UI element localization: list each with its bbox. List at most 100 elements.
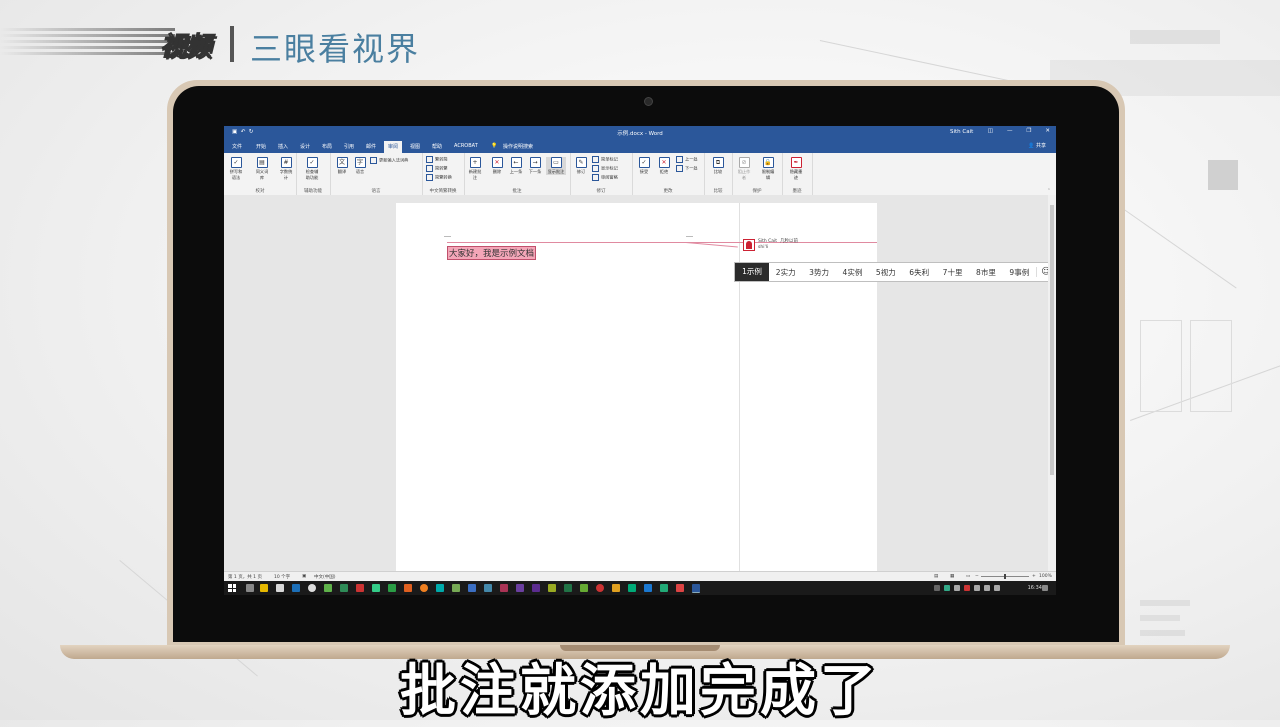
update-ime-dictionary[interactable]: 更新输入法词典 (370, 157, 408, 164)
check-accessibility-button[interactable]: ✓ 检查辅助功能 (304, 157, 320, 181)
next-change-button[interactable]: 下一处 (676, 165, 698, 172)
ime-candidate[interactable]: 4实例 (836, 267, 869, 278)
zoom-slider-knob[interactable] (1004, 574, 1006, 579)
previous-change-button[interactable]: 上一处 (676, 156, 698, 163)
show-markup-button[interactable]: 显示标记 (592, 165, 618, 172)
reject-button[interactable]: ✕ 拒绝 (656, 157, 672, 175)
account-name[interactable]: Sith Cait (950, 129, 973, 135)
zoom-in-icon[interactable]: + (1032, 574, 1036, 579)
tab-layout[interactable]: 布局 (322, 143, 332, 150)
thesaurus-button[interactable]: ▤ 同义词库 (254, 157, 270, 181)
show-comments-button[interactable]: ▭ 显示批注 (546, 157, 566, 175)
app-icon[interactable] (372, 584, 380, 592)
notification-icon[interactable] (1042, 585, 1048, 591)
tab-design[interactable]: 设计 (300, 143, 310, 150)
volume-icon[interactable] (984, 585, 990, 591)
next-comment-button[interactable]: → 下一条 (527, 157, 543, 175)
tab-insert[interactable]: 插入 (278, 143, 288, 150)
wechat-icon[interactable] (340, 584, 348, 592)
chrome-icon[interactable] (420, 584, 428, 592)
restrict-editing-button[interactable]: 🔒 限制编辑 (760, 157, 776, 181)
translate-button[interactable]: 文翻译 (334, 157, 350, 175)
app-icon[interactable] (276, 584, 284, 592)
ime-candidate[interactable]: 7十里 (936, 267, 969, 278)
tab-review[interactable]: 审阅 (384, 141, 403, 153)
app-icon[interactable] (644, 584, 652, 592)
collapse-ribbon-icon[interactable]: ˄ (1048, 188, 1050, 193)
app-icon[interactable] (676, 584, 684, 592)
previous-comment-button[interactable]: ← 上一条 (508, 157, 524, 175)
ribbon-display-icon[interactable]: ◫ (988, 128, 993, 134)
markup-display-select[interactable]: 简单标记 (592, 156, 618, 163)
zoom-level[interactable]: 100% (1039, 574, 1052, 579)
status-page[interactable]: 第 1 页，共 1 页 (228, 574, 262, 580)
tab-mailings[interactable]: 邮件 (366, 143, 376, 150)
commented-text[interactable]: 大家好，我是示例文档 (447, 246, 537, 260)
language-button[interactable]: 字语言 (352, 157, 368, 175)
tray-icon[interactable] (944, 585, 950, 591)
ime-candidate[interactable]: 9事例 (1003, 267, 1036, 278)
network-icon[interactable] (974, 585, 980, 591)
onenote-icon[interactable] (532, 584, 540, 592)
tab-acrobat[interactable]: ACROBAT (454, 143, 478, 149)
steam-icon[interactable] (292, 584, 300, 592)
comment-balloon[interactable]: Sith Cait 几秒以前 shi'li (741, 237, 875, 255)
reviewing-pane-button[interactable]: 审阅窗格 (592, 174, 618, 181)
compare-button[interactable]: ⧉ 比较 (710, 157, 726, 175)
block-authors-button[interactable]: ⊘ 阻止作者 (736, 157, 752, 181)
read-mode-icon[interactable]: ▤ (934, 574, 938, 579)
vertical-scrollbar[interactable] (1048, 195, 1056, 571)
tab-view[interactable]: 视图 (410, 143, 420, 150)
zoom-out-icon[interactable]: − (975, 574, 979, 579)
new-comment-button[interactable]: + 新建批注 (467, 157, 483, 181)
app-icon[interactable] (548, 584, 556, 592)
app-icon[interactable] (388, 584, 396, 592)
accept-button[interactable]: ✓ 接受 (636, 157, 652, 175)
task-view-icon[interactable] (246, 584, 254, 592)
taskbar-clock[interactable]: 16:34 (1028, 585, 1042, 591)
app-icon[interactable] (612, 584, 620, 592)
simplified-to-traditional[interactable]: 简转繁 (426, 165, 448, 172)
word-taskbar-icon[interactable] (692, 584, 700, 593)
windows-start-icon[interactable] (228, 584, 236, 592)
tab-home[interactable]: 开始 (256, 143, 266, 150)
ime-candidate[interactable]: 2实力 (769, 267, 802, 278)
app-icon[interactable] (324, 584, 332, 592)
tray-icon[interactable] (964, 585, 970, 591)
word-count-button[interactable]: # 字数统计 (278, 157, 294, 181)
tab-references[interactable]: 引用 (344, 143, 354, 150)
ime-candidate[interactable]: 1示例 (735, 263, 769, 281)
tab-help[interactable]: 帮助 (432, 143, 442, 150)
app-icon[interactable] (404, 584, 412, 592)
ime-candidate[interactable]: 3势力 (802, 267, 835, 278)
ime-candidate[interactable]: 6失利 (903, 267, 936, 278)
app-icon[interactable] (452, 584, 460, 592)
proofing-status-icon[interactable]: ▣ (302, 574, 306, 579)
comment-text[interactable]: shi'li (758, 245, 768, 250)
traditional-to-simplified[interactable]: 繁转简 (426, 156, 448, 163)
scrollbar-thumb[interactable] (1050, 205, 1054, 475)
ime-candidate[interactable]: 5视力 (869, 267, 902, 278)
share-button[interactable]: 👤 共享 (1028, 142, 1046, 149)
minimize-button[interactable]: — (1007, 128, 1013, 134)
ime-candidate[interactable]: 8市里 (969, 267, 1002, 278)
file-explorer-icon[interactable] (260, 584, 268, 592)
restore-button[interactable]: ❐ (1026, 128, 1031, 134)
tab-file[interactable]: 文件 (232, 143, 242, 150)
close-button[interactable]: ✕ (1045, 128, 1050, 134)
app-icon[interactable] (516, 584, 524, 592)
delete-comment-button[interactable]: ✕ 删除 (489, 157, 505, 175)
web-layout-icon[interactable]: ▭ (966, 574, 970, 579)
app-icon[interactable] (356, 584, 364, 592)
excel-icon[interactable] (564, 584, 572, 592)
status-language[interactable]: 中文(中国) (314, 574, 336, 580)
print-layout-icon[interactable]: ▦ (950, 574, 954, 579)
tell-me-search[interactable]: 操作说明搜索 (503, 143, 533, 150)
app-icon[interactable] (660, 584, 668, 592)
chinese-conversion[interactable]: 简繁转换 (426, 174, 452, 181)
status-words[interactable]: 10 个字 (274, 574, 290, 580)
input-method-icon[interactable] (994, 585, 1000, 591)
track-changes-button[interactable]: ✎ 修订 (573, 157, 589, 175)
clock-app-icon[interactable] (308, 584, 316, 592)
tray-icon[interactable] (954, 585, 960, 591)
